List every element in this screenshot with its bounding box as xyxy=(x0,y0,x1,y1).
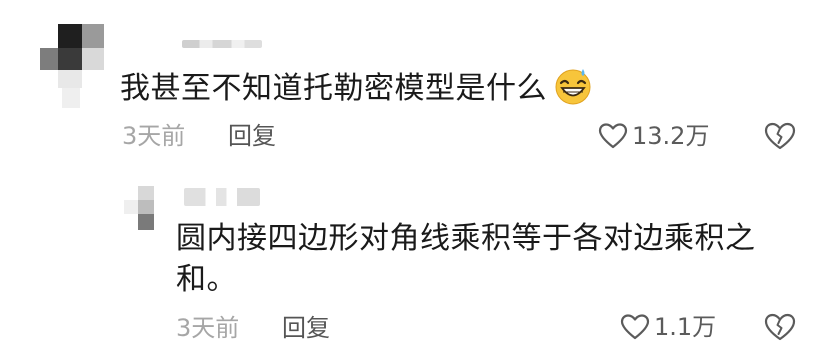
grinning-sweat-emoji-icon xyxy=(555,69,591,105)
heart-outline-icon xyxy=(598,123,628,149)
comment-text-content: 我甚至不知道托勒密模型是什么 xyxy=(120,71,547,106)
comment-timestamp: 3天前 xyxy=(122,122,186,150)
reply-text: 圆内接四边形对角线乘积等于各对边乘积之和。 xyxy=(176,221,756,297)
reply-username[interactable] xyxy=(184,188,260,206)
reply-reply-button[interactable]: 回复 xyxy=(282,314,330,342)
heart-outline-icon xyxy=(620,314,650,340)
reply-timestamp: 3天前 xyxy=(176,314,240,342)
reply-like-button[interactable]: 1.1万 xyxy=(620,313,716,341)
comment-text: 我甚至不知道托勒密模型是什么 xyxy=(120,66,593,109)
username[interactable] xyxy=(182,40,262,48)
comment-thread: 我甚至不知道托勒密模型是什么 3天前 回复 13.2万 圆内接四边形对角线乘积等… xyxy=(0,0,828,364)
broken-heart-icon[interactable] xyxy=(764,121,796,151)
like-count: 13.2万 xyxy=(632,122,710,150)
like-button[interactable]: 13.2万 xyxy=(598,122,709,150)
avatar[interactable] xyxy=(40,24,120,108)
reply-like-count: 1.1万 xyxy=(654,313,717,341)
reply-button[interactable]: 回复 xyxy=(228,122,276,150)
reply-avatar[interactable] xyxy=(124,186,168,232)
broken-heart-icon[interactable] xyxy=(764,312,796,342)
